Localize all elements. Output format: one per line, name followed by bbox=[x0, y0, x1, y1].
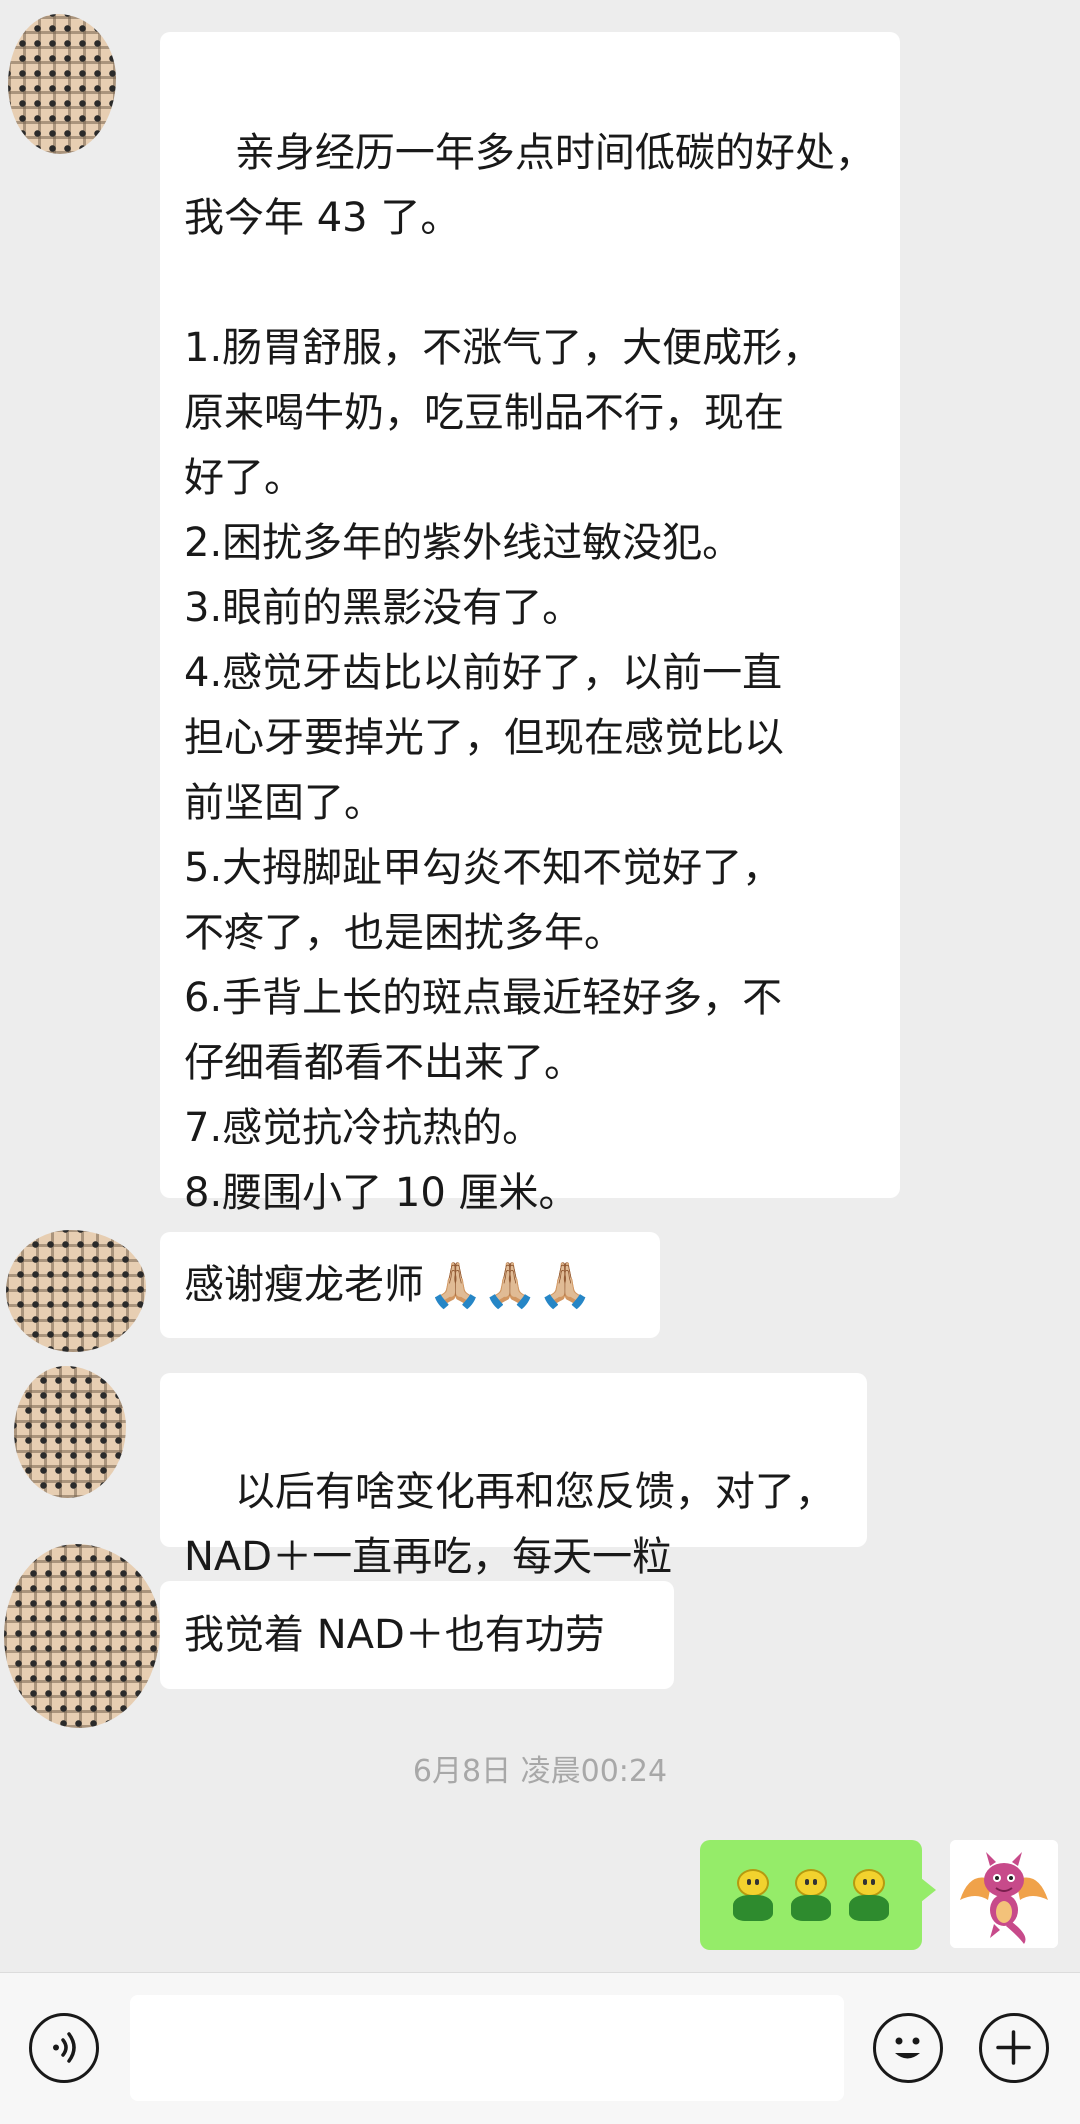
sender-avatar[interactable] bbox=[14, 1366, 126, 1498]
sender-avatar[interactable] bbox=[4, 1544, 160, 1728]
message-bubble[interactable]: 以后有啥变化再和您反馈，对了， NAD＋一直再吃，每天一粒 bbox=[160, 1373, 867, 1580]
emoji-icon bbox=[895, 2037, 920, 2059]
green-smiley-icon bbox=[789, 1869, 833, 1921]
my-avatar[interactable] bbox=[950, 1840, 1058, 1948]
message-input[interactable] bbox=[130, 1995, 844, 2101]
emoji-button[interactable] bbox=[873, 2013, 943, 2083]
sender-avatar[interactable] bbox=[8, 14, 116, 154]
plus-icon bbox=[996, 2030, 1031, 2065]
green-smiley-icon bbox=[847, 1869, 891, 1921]
message-timestamp: 6月8日 凌晨00:24 bbox=[412, 1754, 668, 1789]
message-composer bbox=[0, 1972, 1080, 2124]
chat-area[interactable]: 亲身经历一年多点时间低碳的好处， 我今年 43 了。 1.肠胃舒服，不涨气了，大… bbox=[0, 0, 1080, 1972]
voice-input-button[interactable] bbox=[29, 2013, 99, 2083]
message-bubble[interactable]: 亲身经历一年多点时间低碳的好处， 我今年 43 了。 1.肠胃舒服，不涨气了，大… bbox=[160, 32, 900, 1216]
voice-icon bbox=[53, 2032, 76, 2063]
my-message-bubble[interactable] bbox=[700, 1840, 936, 1950]
message-text: 我觉着 NAD＋也有功劳 bbox=[184, 1611, 605, 1658]
message-text: 以后有啥变化再和您反馈，对了， NAD＋一直再吃，每天一粒 bbox=[184, 1469, 835, 1580]
green-smiley-icon bbox=[731, 1869, 775, 1921]
more-actions-button[interactable] bbox=[979, 2013, 1049, 2083]
dragon-avatar-icon bbox=[950, 1840, 1058, 1948]
message-bubble[interactable]: 我觉着 NAD＋也有功劳 bbox=[160, 1581, 674, 1689]
message-text: 亲身经历一年多点时间低碳的好处， 我今年 43 了。 1.肠胃舒服，不涨气了，大… bbox=[184, 130, 875, 1216]
message-text: 感谢瘦龙老师 bbox=[184, 1261, 424, 1308]
message-bubble[interactable]: 感谢瘦龙老师 🙏🏼🙏🏼🙏🏼 bbox=[160, 1232, 660, 1338]
sender-avatar[interactable] bbox=[6, 1230, 146, 1352]
praying-hands-emoji: 🙏🏼🙏🏼🙏🏼 bbox=[428, 1259, 593, 1311]
